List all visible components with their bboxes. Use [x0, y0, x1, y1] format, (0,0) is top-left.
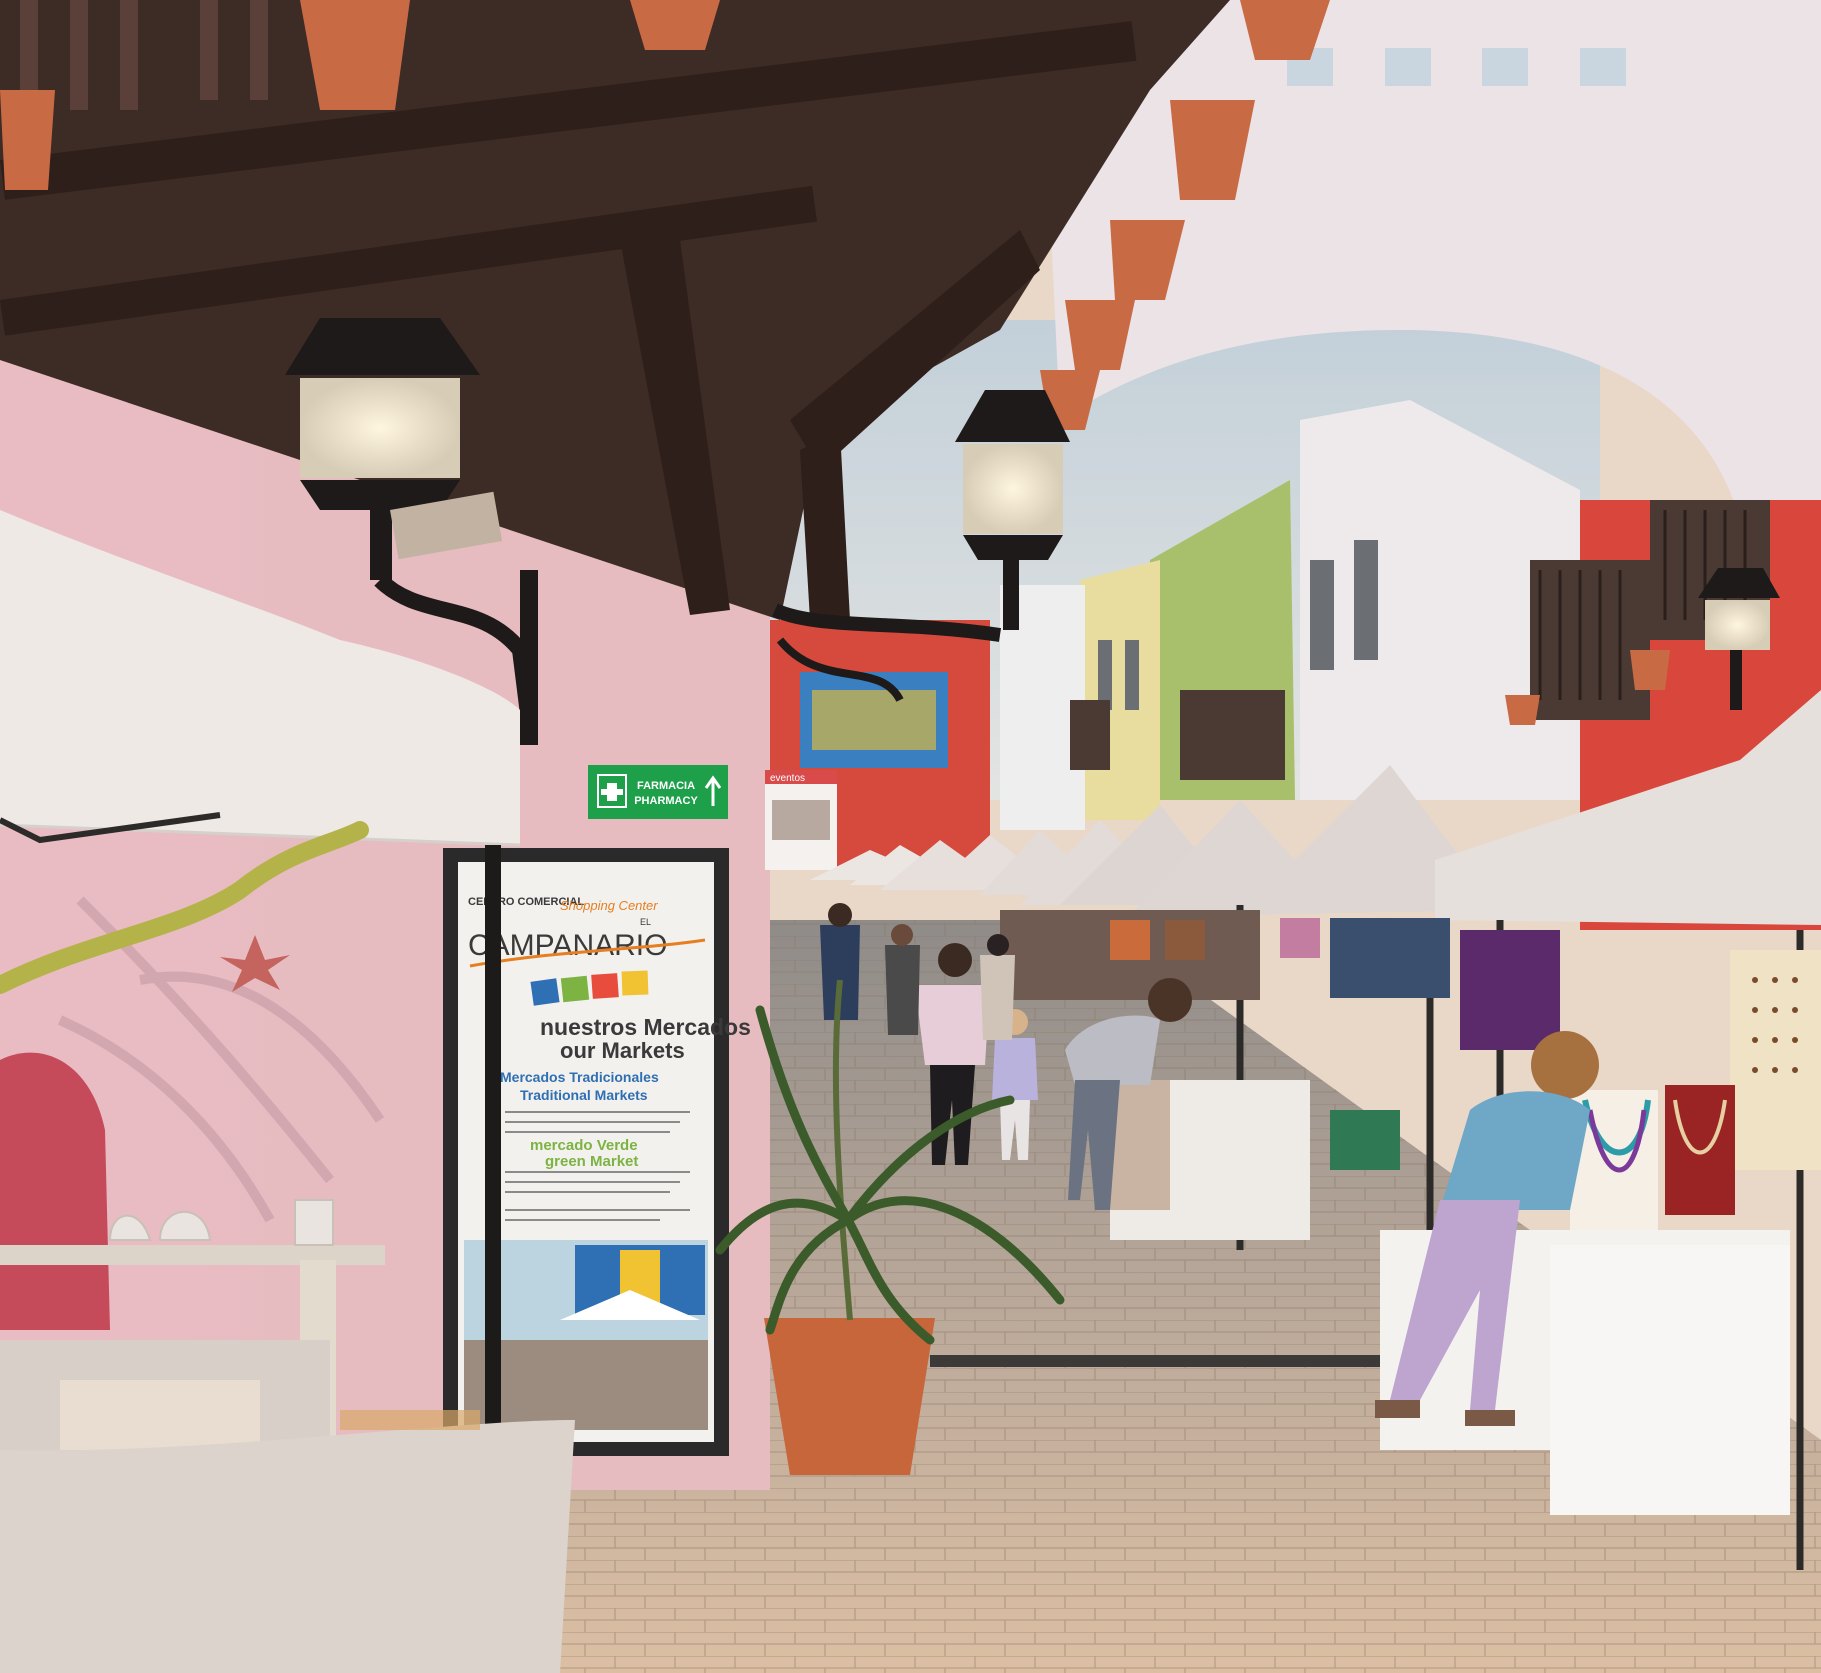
drain-grate — [930, 1355, 1380, 1367]
poster-line-es-3: mercado Verde — [530, 1137, 638, 1154]
events-sign: eventos — [765, 770, 837, 870]
poster-line-en-1: our Markets — [560, 1038, 685, 1063]
poster-line-en-3: green Market — [545, 1153, 638, 1170]
pharmacy-sign-line2: PHARMACY — [634, 795, 698, 807]
poster-line-es-1: nuestros Mercados — [540, 1014, 751, 1040]
jewelry-display — [1570, 1085, 1735, 1230]
poster-line-en-2: Traditional Markets — [520, 1087, 648, 1103]
pharmacy-sign-line1: FARMACIA — [637, 780, 695, 792]
events-sign-label: eventos — [770, 773, 805, 784]
photo-canvas: FARMACIA PHARMACY eventos CENTRO COMERCI… — [0, 0, 1821, 1673]
market-street-photo: FARMACIA PHARMACY eventos CENTRO COMERCI… — [0, 0, 1821, 1673]
yellow-building — [1080, 560, 1160, 820]
pharmacy-sign: FARMACIA PHARMACY — [588, 765, 728, 819]
poster-header-script: Shopping Center — [560, 898, 658, 913]
poster-header-el: EL — [640, 917, 651, 927]
poster-line-es-2: Mercados Tradicionales — [500, 1069, 659, 1085]
